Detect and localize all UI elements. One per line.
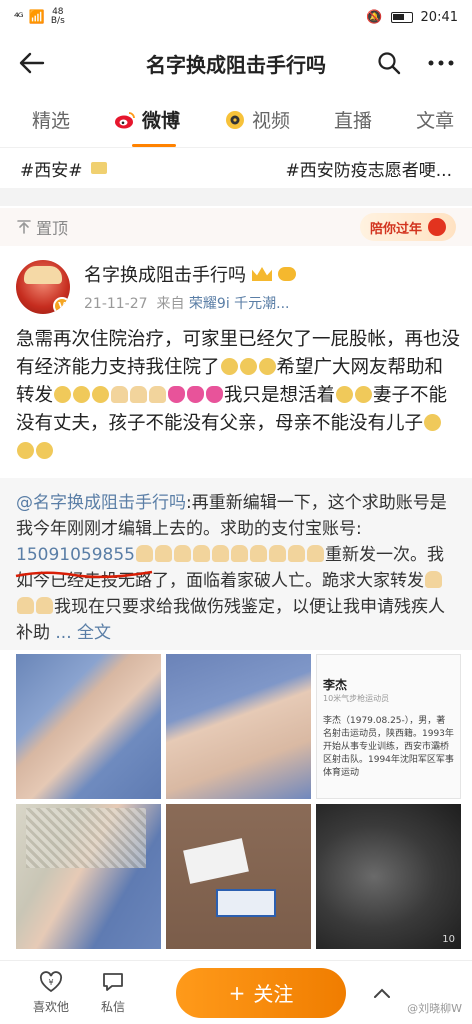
hashtag-row: #西安# #西安防疫志愿者哽... [0,148,472,188]
battery-icon [390,11,413,23]
tab-article[interactable]: 文章 [416,106,454,133]
bottom-action-bar: ¥ 喜欢他 私信 + 关注 @刘晓柳W [0,960,472,1024]
cry-emoji-icon [220,358,238,375]
tab-featured[interactable]: 精选 [32,106,70,133]
svg-text:¥: ¥ [48,978,53,987]
plus-icon: + [228,980,246,1005]
post-author: V 名字换成阻击手行吗 21-11-27 来自 荣耀9i 千元潮... [16,254,456,320]
clock: 20:41 [420,9,458,25]
full-text-link[interactable]: ... 全文 [55,623,111,643]
more-options-button[interactable] [424,46,458,80]
photo-knee[interactable] [166,654,311,799]
signal-icon: ⁴ᴳ [14,10,24,24]
red-underline-annotation [15,570,153,579]
pinned-row: 置顶 陪你过年 [0,208,472,246]
tab-live[interactable]: 直播 [334,106,372,133]
heart-yen-icon: ¥ [38,970,64,994]
watermark: @刘晓柳W [407,1002,462,1015]
post-meta: 21-11-27 来自 荣耀9i 千元潮... [84,296,290,312]
crown-icon [252,267,272,281]
hashtag-volunteer[interactable]: #西安防疫志愿者哽... [286,156,452,181]
photo-grid: 李杰 10米气步枪运动员 李杰（1979.08.25-），男，著名射击运动员，陕… [16,654,461,954]
photo-xray[interactable]: 10 [316,804,461,949]
follow-button[interactable]: + 关注 [176,967,346,1018]
section-divider [0,188,472,206]
search-icon [378,52,401,75]
tab-video[interactable]: 视频 [224,106,290,133]
kneel-emoji-icon [425,571,442,588]
back-button[interactable] [14,45,50,81]
post-body: 急需再次住院治疗，可家里已经欠了一屁股帐，再也没有经济能力支持我住院了 希望广大网… [16,326,460,466]
pin-icon [17,220,31,234]
chevron-up-icon [374,988,390,998]
photo-profile-doc[interactable]: 李杰 10米气步枪运动员 李杰（1979.08.25-），男，著名射击运动员，陕… [316,654,461,799]
new-year-banner[interactable]: 陪你过年 [359,213,456,241]
like-button[interactable]: ¥ 喜欢他 [20,970,82,1015]
repost-quote[interactable]: @名字换成阻击手行吗:再重新编辑一下，这个求助账号是我今年刚刚才编辑上去的。求助… [0,478,472,650]
photo-foot[interactable] [16,804,161,949]
alipay-account: 15091059855 [16,545,135,565]
vip-icon [278,267,296,281]
cry-emoji-icon [258,358,276,375]
expand-button[interactable] [368,979,396,1007]
photo-leg[interactable] [16,654,161,799]
profile-tabs: 精选 微博 视频 直播 文章 [0,92,472,148]
status-bar: ⁴ᴳ 📶 48 B/s 🔕 20:41 [0,0,472,34]
arrow-left-icon [19,52,45,74]
nav-bar: 名字换成阻击手行吗 [0,34,472,92]
search-button[interactable] [372,46,406,80]
cry-emoji-icon [239,358,257,375]
pray-emoji-icon [111,386,129,403]
mute-icon: 🔕 [366,9,383,25]
tab-weibo[interactable]: 微博 [114,106,180,147]
author-name[interactable]: 名字换成阻击手行吗 [84,261,246,287]
signal-bars-icon: 📶 [28,9,45,25]
chat-icon [100,970,126,994]
more-dots-icon [428,60,454,66]
lantern-icon [428,218,446,236]
hashtag-xian[interactable]: #西安# [20,156,107,181]
broken-heart-icon [168,386,186,403]
mention-link[interactable]: @名字换成阻击手行吗 [16,493,186,513]
network-speed: 48 B/s [50,7,65,26]
hashtag-image-icon [90,162,107,174]
photo-medicine[interactable] [166,804,311,949]
video-icon [224,109,246,131]
verified-badge-icon: V [53,297,70,314]
pinned-label: 置顶 [16,215,68,239]
message-button[interactable]: 私信 [82,970,144,1015]
weibo-icon [114,109,136,131]
avatar[interactable]: V [16,260,70,314]
